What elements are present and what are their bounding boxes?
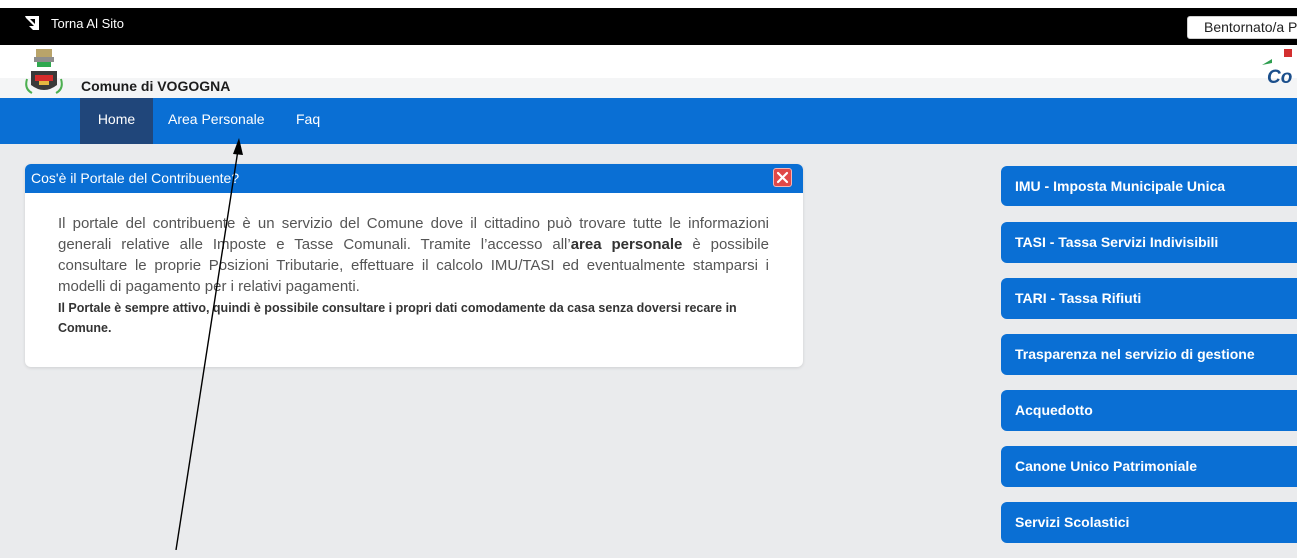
back-to-site-link[interactable]: Torna Al Sito xyxy=(22,11,124,35)
nav-faq[interactable]: Faq xyxy=(296,98,320,144)
close-icon xyxy=(776,171,789,184)
top-strip xyxy=(0,0,1297,8)
info-text-bold: area personale xyxy=(570,236,683,253)
service-sidebar: IMU - Imposta Municipale Unica TASI - Ta… xyxy=(1001,166,1297,558)
sidebar-item-acquedotto[interactable]: Acquedotto xyxy=(1001,390,1297,431)
comune-name: Comune di VOGOGNA xyxy=(81,78,231,94)
main-nav: Home Area Personale Faq xyxy=(0,98,1297,144)
back-arrow-icon xyxy=(25,16,39,30)
brand-logo-text: Co xyxy=(1267,67,1293,88)
nav-area-personale[interactable]: Area Personale xyxy=(168,98,265,144)
welcome-user-menu[interactable]: Bentornato/a P xyxy=(1187,16,1297,39)
municipal-crest-icon xyxy=(25,49,63,94)
sidebar-item-trasparenza[interactable]: Trasparenza nel servizio di gestione xyxy=(1001,334,1297,375)
close-button[interactable] xyxy=(773,168,792,187)
site-header: Comune di VOGOGNA Co xyxy=(0,45,1297,98)
back-to-site-label: Torna Al Sito xyxy=(51,15,124,31)
info-panel-body: Il portale del contribuente è un servizi… xyxy=(25,193,803,338)
info-panel: Cos'è il Portale del Contribuente? Il po… xyxy=(25,164,803,367)
info-paragraph: Il portale del contribuente è un servizi… xyxy=(58,213,769,297)
nav-home[interactable]: Home xyxy=(80,98,153,144)
sidebar-item-canone-unico[interactable]: Canone Unico Patrimoniale xyxy=(1001,446,1297,487)
sidebar-item-tasi[interactable]: TASI - Tassa Servizi Indivisibili xyxy=(1001,222,1297,263)
top-bar: Torna Al Sito Bentornato/a P xyxy=(0,8,1297,45)
info-panel-header: Cos'è il Portale del Contribuente? xyxy=(25,164,803,193)
info-panel-title: Cos'è il Portale del Contribuente? xyxy=(31,170,240,186)
sidebar-item-imu[interactable]: IMU - Imposta Municipale Unica xyxy=(1001,166,1297,206)
sidebar-item-tari[interactable]: TARI - Tassa Rifiuti xyxy=(1001,278,1297,319)
info-note: Il Portale è sempre attivo, quindi è pos… xyxy=(58,301,737,335)
sidebar-item-servizi-scolastici[interactable]: Servizi Scolastici xyxy=(1001,502,1297,543)
brand-logo-mark-icon xyxy=(1262,49,1292,65)
